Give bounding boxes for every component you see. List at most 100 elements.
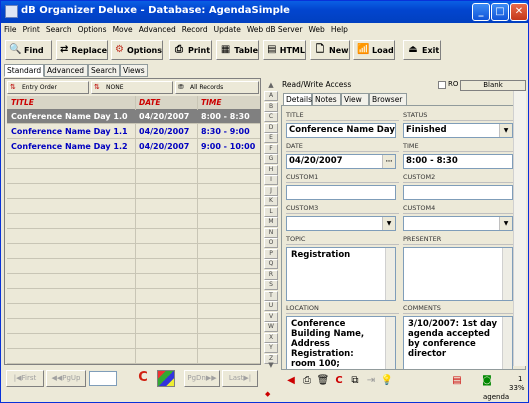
date-picker-icon[interactable]: ··· — [382, 155, 395, 168]
options-button[interactable]: ⚙ Options — [111, 40, 163, 60]
scrollbar[interactable] — [385, 317, 395, 369]
alpha-n[interactable]: N — [264, 227, 278, 238]
print-button[interactable]: ⎙ Print — [169, 40, 212, 60]
table-row[interactable] — [7, 245, 260, 259]
alpha-j[interactable]: J — [264, 185, 278, 196]
lightbulb-icon[interactable]: 💡 — [380, 374, 394, 388]
all-records-button[interactable]: ⛃ All Records — [175, 81, 259, 94]
table-row[interactable] — [7, 335, 260, 349]
records-grid[interactable]: TITLE DATE TIME Conference Name Day 1.0 0… — [7, 96, 260, 364]
table-row[interactable] — [7, 290, 260, 304]
alpha-s[interactable]: S — [264, 280, 278, 290]
chevron-down-icon[interactable]: ▼ — [382, 217, 395, 230]
alpha-d[interactable]: D — [264, 122, 278, 133]
custom2-field[interactable] — [403, 185, 513, 200]
copy-icon[interactable]: ⧉ — [348, 374, 362, 388]
scrollbar[interactable] — [502, 248, 512, 300]
alpha-y[interactable]: Y — [264, 343, 278, 353]
chevron-down-icon[interactable]: ▼ — [499, 217, 512, 230]
minimize-button[interactable]: _ — [472, 3, 490, 21]
maximize-button[interactable]: □ — [491, 3, 509, 21]
tab-standard[interactable]: Standard — [4, 64, 44, 77]
table-row[interactable] — [7, 350, 260, 364]
printer-icon[interactable]: ⎙ — [300, 374, 314, 388]
title-field[interactable]: Conference Name Day 1.0 — [286, 123, 396, 138]
alpha-e[interactable]: E — [264, 133, 278, 143]
blank-button[interactable]: Blank — [460, 80, 526, 91]
table-row[interactable] — [7, 170, 260, 184]
alpha-p[interactable]: P — [264, 248, 278, 259]
alpha-i[interactable]: I — [264, 175, 278, 185]
replace-button[interactable]: ⇄ Replace — [56, 40, 108, 60]
alpha-down-icon[interactable]: ▼ — [264, 361, 278, 371]
alpha-a[interactable]: A — [264, 91, 278, 101]
alpha-r[interactable]: R — [264, 269, 278, 280]
scrollbar[interactable] — [502, 317, 512, 369]
alpha-u[interactable]: U — [264, 301, 278, 311]
pgdn-button[interactable]: PgDn▶▶ — [184, 370, 220, 387]
alpha-up-icon[interactable]: ▲ — [264, 81, 278, 91]
table-button[interactable]: ▦ Table — [216, 40, 259, 60]
time-field[interactable]: 8:00 - 8:30 — [403, 154, 513, 169]
table-row[interactable] — [7, 305, 260, 319]
tab-search[interactable]: Search — [88, 64, 120, 77]
menu-print[interactable]: Print — [20, 23, 43, 37]
date-field[interactable]: 04/20/2007 ··· — [286, 154, 396, 169]
alpha-v[interactable]: V — [264, 311, 278, 322]
table-row[interactable] — [7, 155, 260, 169]
export-icon[interactable]: ⇥ — [364, 374, 378, 388]
menu-search[interactable]: Search — [43, 23, 75, 37]
entry-order-button[interactable]: ⇅ Entry Order — [7, 81, 89, 94]
refresh-icon[interactable]: C — [332, 374, 346, 388]
alpha-h[interactable]: H — [264, 164, 278, 175]
find-button[interactable]: 🔍 Find — [5, 40, 52, 60]
table-row[interactable] — [7, 260, 260, 274]
column-title[interactable]: TITLE — [11, 98, 34, 107]
alpha-x[interactable]: X — [264, 332, 278, 343]
camera-icon[interactable]: ◙ — [480, 374, 494, 388]
table-row[interactable] — [7, 230, 260, 244]
html-button[interactable]: ▤ HTML — [263, 40, 306, 60]
alpha-w[interactable]: W — [264, 322, 278, 332]
load-button[interactable]: 📶 Load — [353, 40, 395, 60]
last-button[interactable]: Last▶| — [222, 370, 258, 387]
record-number-input[interactable] — [89, 371, 117, 386]
presenter-field[interactable] — [403, 247, 513, 301]
status-select[interactable]: Finished ▼ — [403, 123, 513, 138]
menu-file[interactable]: File — [1, 23, 20, 37]
custom4-select[interactable]: ▼ — [403, 216, 513, 231]
alpha-o[interactable]: O — [264, 238, 278, 248]
table-row[interactable]: Conference Name Day 1.1 04/20/2007 8:30 - … — [7, 125, 260, 139]
new-button[interactable]: 🗋 New — [310, 40, 350, 60]
pgup-button[interactable]: ◀◀PgUp — [46, 370, 86, 387]
alpha-k[interactable]: K — [264, 196, 278, 206]
exit-button[interactable]: ⏏ Exit — [403, 40, 441, 60]
menu-move[interactable]: Move — [110, 23, 136, 37]
custom1-field[interactable] — [286, 185, 396, 200]
alpha-f[interactable]: F — [264, 143, 278, 154]
table-row[interactable] — [7, 275, 260, 289]
comments-field[interactable]: 3/10/2007: 1st day agenda accepted by co… — [403, 316, 513, 369]
table-row[interactable] — [7, 320, 260, 334]
custom3-select[interactable]: ▼ — [286, 216, 396, 231]
read-only-checkbox[interactable] — [438, 81, 446, 89]
table-row[interactable] — [7, 215, 260, 229]
menu-web-db-server[interactable]: Web dB Server — [244, 23, 306, 37]
refresh-icon[interactable]: C — [134, 370, 152, 387]
chevron-down-icon[interactable]: ▼ — [499, 124, 512, 137]
tab-views[interactable]: Views — [120, 64, 148, 77]
alpha-m[interactable]: M — [264, 217, 278, 227]
table-row[interactable]: Conference Name Day 1.2 04/20/2007 9:00 - … — [7, 140, 260, 154]
table-row[interactable] — [7, 200, 260, 214]
form-scrollbar[interactable] — [513, 91, 526, 366]
alpha-g[interactable]: G — [264, 154, 278, 164]
table-row[interactable] — [7, 185, 260, 199]
tab-advanced[interactable]: Advanced — [44, 64, 88, 77]
table-row[interactable]: Conference Name Day 1.0 04/20/2007 8:00 - … — [7, 110, 260, 124]
column-time[interactable]: TIME — [201, 98, 222, 107]
sort-none-button[interactable]: ⇅ NONE — [91, 81, 173, 94]
topic-field[interactable]: Registration — [286, 247, 396, 301]
menu-web[interactable]: Web — [305, 23, 327, 37]
scrollbar[interactable] — [385, 248, 395, 300]
alpha-b[interactable]: B — [264, 101, 278, 112]
